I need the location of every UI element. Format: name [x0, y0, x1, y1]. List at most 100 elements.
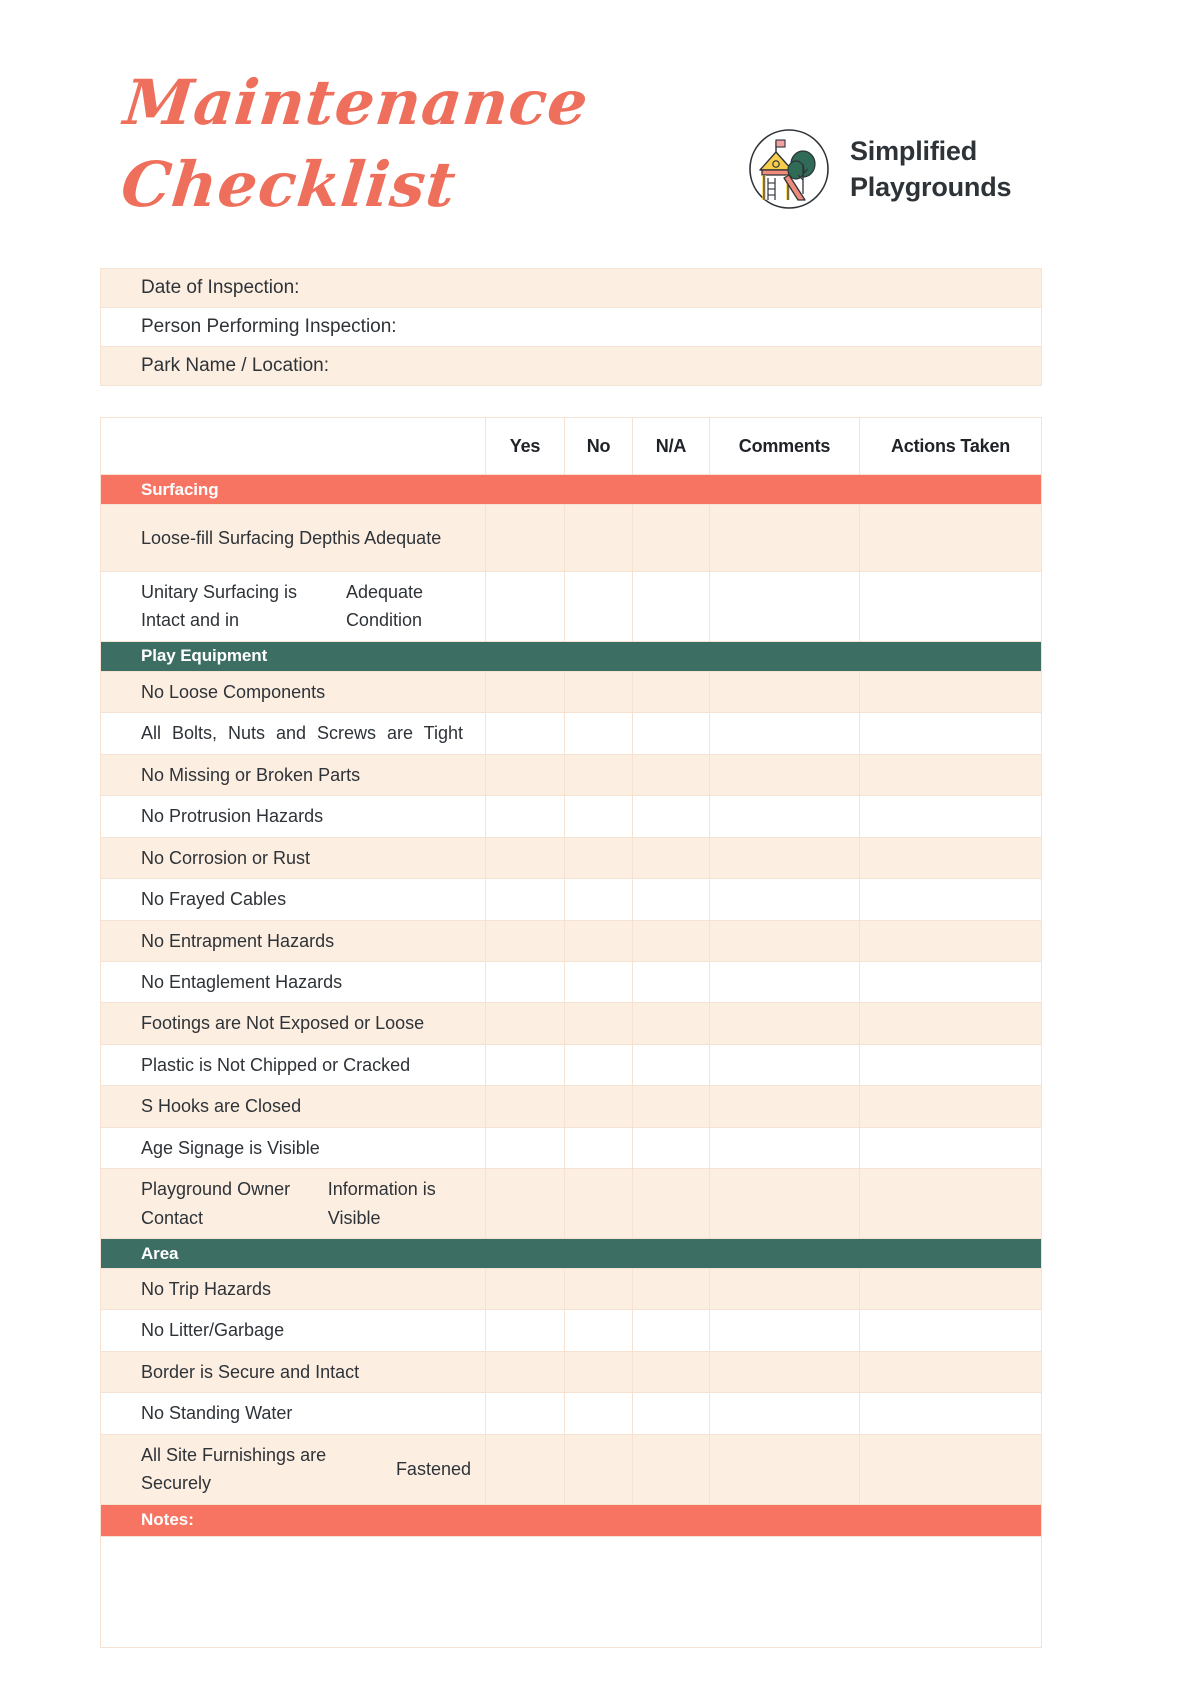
checklist-cell-comments[interactable]: [710, 1351, 860, 1393]
checklist-cell-comments[interactable]: [710, 1310, 860, 1351]
checklist-cell-no[interactable]: [565, 920, 633, 961]
checklist-cell-na[interactable]: [633, 1086, 710, 1127]
checklist-cell-comments[interactable]: [710, 920, 860, 961]
checklist-cell-actions[interactable]: [860, 1045, 1041, 1085]
checklist-cell-comments[interactable]: [710, 1044, 860, 1086]
checklist-cell-actions[interactable]: [860, 1086, 1041, 1126]
checklist-cell-na[interactable]: [633, 713, 710, 754]
checklist-cell-comments[interactable]: [710, 1434, 860, 1504]
checklist-cell-yes[interactable]: [486, 879, 565, 920]
info-field-row[interactable]: Person Performing Inspection:: [101, 308, 1041, 347]
checklist-cell-no[interactable]: [565, 754, 633, 796]
checklist-cell-actions[interactable]: [860, 572, 1041, 641]
checklist-cell-no[interactable]: [565, 505, 633, 571]
checklist-cell-yes[interactable]: [486, 1351, 565, 1393]
info-field-row[interactable]: Park Name / Location:: [101, 347, 1041, 386]
checklist-cell-na[interactable]: [633, 1351, 710, 1393]
checklist-cell-yes[interactable]: [486, 671, 565, 713]
checklist-cell-comments[interactable]: [710, 796, 860, 837]
checklist-cell-comments[interactable]: [710, 572, 860, 641]
checklist-cell-na[interactable]: [633, 1310, 710, 1351]
checklist-cell-na[interactable]: [633, 1003, 710, 1044]
checklist-cell-na[interactable]: [633, 796, 710, 837]
checklist-cell-comments[interactable]: [710, 505, 860, 571]
checklist-cell-no[interactable]: [565, 572, 633, 641]
checklist-cell-comments[interactable]: [710, 1169, 860, 1238]
info-field-row[interactable]: Date of Inspection:: [101, 269, 1041, 308]
checklist-cell-yes[interactable]: [486, 1086, 565, 1127]
checklist-cell-no[interactable]: [565, 1086, 633, 1127]
checklist-cell-comments[interactable]: [710, 1393, 860, 1434]
checklist-cell-actions[interactable]: [860, 1169, 1041, 1238]
checklist-cell-actions[interactable]: [860, 672, 1041, 712]
checklist-cell-no[interactable]: [565, 1044, 633, 1086]
checklist-cell-actions[interactable]: [860, 713, 1041, 753]
checklist-cell-na[interactable]: [633, 1127, 710, 1169]
checklist-cell-comments[interactable]: [710, 1127, 860, 1169]
checklist-cell-na[interactable]: [633, 1434, 710, 1504]
checklist-cell-actions[interactable]: [860, 879, 1041, 919]
checklist-cell-no[interactable]: [565, 879, 633, 920]
checklist-cell-no[interactable]: [565, 1003, 633, 1044]
checklist-cell-comments[interactable]: [710, 671, 860, 713]
checklist-cell-yes[interactable]: [486, 961, 565, 1003]
checklist-cell-no[interactable]: [565, 837, 633, 879]
checklist-cell-na[interactable]: [633, 961, 710, 1003]
checklist-cell-yes[interactable]: [486, 1044, 565, 1086]
checklist-cell-yes[interactable]: [486, 713, 565, 754]
checklist-cell-yes[interactable]: [486, 505, 565, 571]
checklist-cell-actions[interactable]: [860, 1352, 1041, 1392]
checklist-cell-actions[interactable]: [860, 1310, 1041, 1350]
checklist-cell-na[interactable]: [633, 920, 710, 961]
checklist-cell-comments[interactable]: [710, 754, 860, 796]
notes-input-area[interactable]: [101, 1536, 1041, 1647]
checklist-cell-actions[interactable]: [860, 1128, 1041, 1168]
checklist-cell-actions[interactable]: [860, 1435, 1041, 1504]
checklist-cell-actions[interactable]: [860, 1003, 1041, 1043]
checklist-cell-no[interactable]: [565, 796, 633, 837]
checklist-cell-actions[interactable]: [860, 755, 1041, 795]
checklist-cell-comments[interactable]: [710, 1003, 860, 1044]
checklist-cell-no[interactable]: [565, 1393, 633, 1434]
checklist-cell-yes[interactable]: [486, 837, 565, 879]
checklist-cell-na[interactable]: [633, 505, 710, 571]
checklist-cell-no[interactable]: [565, 671, 633, 713]
checklist-cell-actions[interactable]: [860, 962, 1041, 1002]
checklist-cell-na[interactable]: [633, 1393, 710, 1434]
checklist-cell-yes[interactable]: [486, 796, 565, 837]
checklist-cell-na[interactable]: [633, 1269, 710, 1310]
checklist-cell-no[interactable]: [565, 1269, 633, 1310]
checklist-cell-yes[interactable]: [486, 1434, 565, 1504]
checklist-cell-yes[interactable]: [486, 1169, 565, 1238]
checklist-cell-actions[interactable]: [860, 1269, 1041, 1309]
checklist-cell-no[interactable]: [565, 1169, 633, 1238]
checklist-cell-yes[interactable]: [486, 572, 565, 641]
checklist-cell-yes[interactable]: [486, 1127, 565, 1169]
checklist-cell-actions[interactable]: [860, 796, 1041, 836]
checklist-cell-comments[interactable]: [710, 961, 860, 1003]
checklist-cell-actions[interactable]: [860, 505, 1041, 571]
checklist-cell-na[interactable]: [633, 754, 710, 796]
checklist-cell-na[interactable]: [633, 1044, 710, 1086]
checklist-cell-no[interactable]: [565, 713, 633, 754]
checklist-cell-na[interactable]: [633, 837, 710, 879]
checklist-cell-yes[interactable]: [486, 1269, 565, 1310]
checklist-cell-yes[interactable]: [486, 1393, 565, 1434]
checklist-cell-comments[interactable]: [710, 879, 860, 920]
checklist-cell-no[interactable]: [565, 1310, 633, 1351]
checklist-cell-yes[interactable]: [486, 1003, 565, 1044]
checklist-cell-yes[interactable]: [486, 1310, 565, 1351]
checklist-cell-na[interactable]: [633, 879, 710, 920]
checklist-cell-na[interactable]: [633, 572, 710, 641]
checklist-cell-comments[interactable]: [710, 837, 860, 879]
checklist-cell-comments[interactable]: [710, 713, 860, 754]
checklist-cell-actions[interactable]: [860, 921, 1041, 961]
checklist-cell-comments[interactable]: [710, 1086, 860, 1127]
checklist-cell-na[interactable]: [633, 671, 710, 713]
checklist-cell-na[interactable]: [633, 1169, 710, 1238]
checklist-cell-comments[interactable]: [710, 1269, 860, 1310]
checklist-cell-no[interactable]: [565, 961, 633, 1003]
checklist-cell-yes[interactable]: [486, 754, 565, 796]
checklist-cell-no[interactable]: [565, 1434, 633, 1504]
checklist-cell-actions[interactable]: [860, 1393, 1041, 1433]
